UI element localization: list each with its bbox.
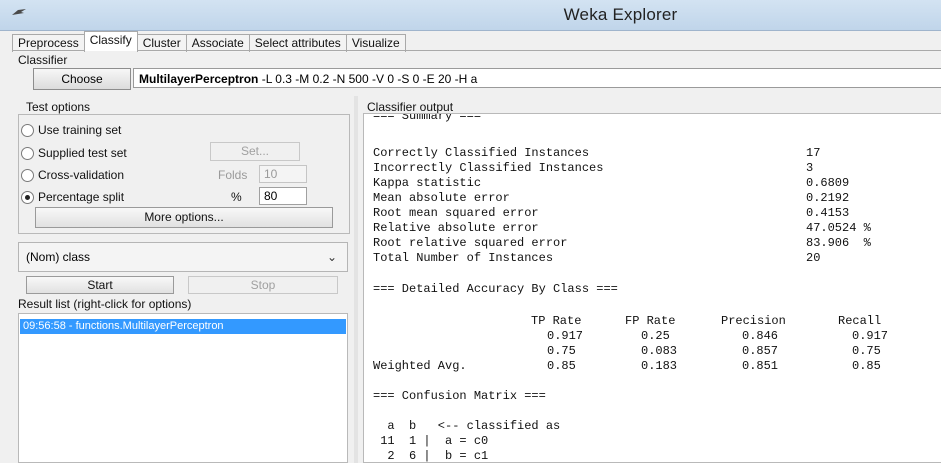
cross-validation-radio[interactable] — [21, 169, 34, 182]
percentage-split-label: Percentage split — [38, 190, 125, 204]
use-training-set-option[interactable]: Use training set — [21, 123, 122, 137]
accuracy-cell: 0.846 — [742, 329, 779, 343]
accuracy-cell: 0.75 — [852, 344, 881, 358]
accuracy-column-header: Recall — [838, 314, 882, 328]
summary-label: Root relative squared error — [373, 236, 568, 250]
summary-header: === Summary === — [373, 113, 482, 123]
classifier-name: MultilayerPerceptron — [139, 72, 259, 86]
accuracy-column-header: TP Rate — [531, 314, 582, 328]
more-options-button[interactable]: More options... — [35, 207, 333, 228]
accuracy-cell: 0.857 — [742, 344, 779, 358]
classifier-output-label: Classifier output — [367, 100, 454, 114]
weighted-avg-label: Weighted Avg. — [373, 359, 467, 373]
summary-label: Mean absolute error — [373, 191, 510, 205]
confusion-matrix-header: a b <-- classified as — [373, 419, 561, 433]
cross-validation-option[interactable]: Cross-validation — [21, 168, 125, 182]
accuracy-cell: 0.75 — [547, 344, 576, 358]
accuracy-cell: 0.85 — [852, 359, 881, 373]
chevron-down-icon: ⌄ — [326, 250, 337, 264]
confusion-matrix-row: 11 1 | a = c0 — [373, 434, 489, 448]
stop-button[interactable]: Stop — [188, 276, 338, 294]
summary-value: 17 — [806, 146, 821, 160]
start-button[interactable]: Start — [26, 276, 174, 294]
folds-input[interactable]: 10 — [259, 165, 307, 183]
confusion-header: === Confusion Matrix === — [373, 389, 546, 403]
summary-label: Root mean squared error — [373, 206, 539, 220]
panel-splitter[interactable] — [354, 96, 358, 463]
tab-divider — [12, 50, 941, 51]
supplied-test-set-option[interactable]: Supplied test set — [21, 146, 127, 160]
accuracy-column-header: Precision — [721, 314, 786, 328]
accuracy-cell: 0.25 — [641, 329, 670, 343]
summary-value: 47.0524 % — [806, 221, 871, 235]
class-attribute-select[interactable]: (Nom) class ⌄ — [18, 242, 348, 272]
accuracy-cell: 0.851 — [742, 359, 779, 373]
summary-value: 0.6809 — [806, 176, 850, 190]
use-training-set-radio[interactable] — [21, 124, 34, 137]
summary-label: Total Number of Instances — [373, 251, 554, 265]
classifier-output-text[interactable]: === Summary === Correctly Classified Ins… — [363, 113, 941, 463]
confusion-matrix-row: 2 6 | b = c1 — [373, 449, 489, 463]
class-attribute-value: (Nom) class — [26, 250, 91, 264]
result-list[interactable]: 09:56:58 - functions.MultilayerPerceptro… — [18, 313, 348, 463]
classifier-options: -L 0.3 -M 0.2 -N 500 -V 0 -S 0 -E 20 -H … — [261, 72, 478, 86]
result-list-label: Result list (right-click for options) — [18, 297, 192, 311]
summary-value: 20 — [806, 251, 821, 265]
tab-classify[interactable]: Classify — [83, 31, 138, 51]
percent-label: % — [231, 190, 242, 204]
summary-value: 0.2192 — [806, 191, 850, 205]
accuracy-cell: 0.917 — [547, 329, 584, 343]
accuracy-cell: 0.917 — [852, 329, 889, 343]
use-training-set-label: Use training set — [38, 123, 122, 137]
percentage-split-radio[interactable] — [21, 191, 34, 204]
accuracy-column-header: FP Rate — [625, 314, 676, 328]
summary-value: 83.906 % — [806, 236, 871, 250]
classifier-section-label: Classifier — [18, 53, 68, 67]
summary-value: 3 — [806, 161, 814, 175]
test-options-label: Test options — [26, 100, 91, 114]
accuracy-header: === Detailed Accuracy By Class === — [373, 282, 618, 296]
accuracy-cell: 0.85 — [547, 359, 576, 373]
folds-label: Folds — [218, 168, 248, 182]
classifier-config-field[interactable]: MultilayerPerceptron -L 0.3 -M 0.2 -N 50… — [133, 68, 941, 88]
cross-validation-label: Cross-validation — [38, 168, 125, 182]
summary-label: Kappa statistic — [373, 176, 482, 190]
percent-input[interactable]: 80 — [259, 187, 307, 205]
result-list-item[interactable]: 09:56:58 - functions.MultilayerPerceptro… — [20, 319, 346, 334]
percentage-split-option[interactable]: Percentage split — [21, 190, 125, 204]
title-bar: Weka Explorer — [0, 0, 941, 31]
accuracy-cell: 0.083 — [641, 344, 678, 358]
choose-button[interactable]: Choose — [33, 68, 131, 90]
supplied-test-set-label: Supplied test set — [38, 146, 127, 160]
summary-label: Incorrectly Classified Instances — [373, 161, 604, 175]
summary-value: 0.4153 — [806, 206, 850, 220]
summary-label: Relative absolute error — [373, 221, 539, 235]
accuracy-cell: 0.183 — [641, 359, 678, 373]
window-title: Weka Explorer — [563, 5, 678, 24]
summary-label: Correctly Classified Instances — [373, 146, 590, 160]
set-button[interactable]: Set... — [210, 142, 300, 161]
supplied-test-set-radio[interactable] — [21, 147, 34, 160]
